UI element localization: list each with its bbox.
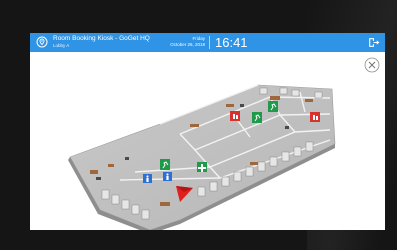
- clock-time: 16:41: [215, 35, 248, 50]
- location-subtitle: Lobby A: [53, 43, 70, 48]
- kiosk-screen: Room Booking Kiosk - GoGet HQ Lobby A Fr…: [30, 33, 385, 230]
- header-divider: [209, 36, 210, 49]
- emergency-exit-sign: [268, 101, 278, 112]
- day-label: Friday: [192, 36, 205, 41]
- app-title: Room Booking Kiosk - GoGet HQ: [53, 35, 150, 42]
- floor-plan-map[interactable]: [30, 52, 385, 230]
- date-label: October 26, 2018: [170, 42, 205, 47]
- fire-extinguisher-sign: [230, 111, 240, 121]
- header-bar: Room Booking Kiosk - GoGet HQ Lobby A Fr…: [30, 33, 385, 52]
- fire-extinguisher-sign: [310, 112, 320, 122]
- first-aid-sign: [197, 162, 207, 172]
- logout-icon[interactable]: [367, 36, 380, 49]
- location-pin-icon: [36, 36, 48, 48]
- restroom-sign: [163, 172, 172, 181]
- emergency-exit-sign: [160, 159, 170, 170]
- restroom-sign: [143, 174, 152, 183]
- emergency-exit-sign: [252, 112, 262, 123]
